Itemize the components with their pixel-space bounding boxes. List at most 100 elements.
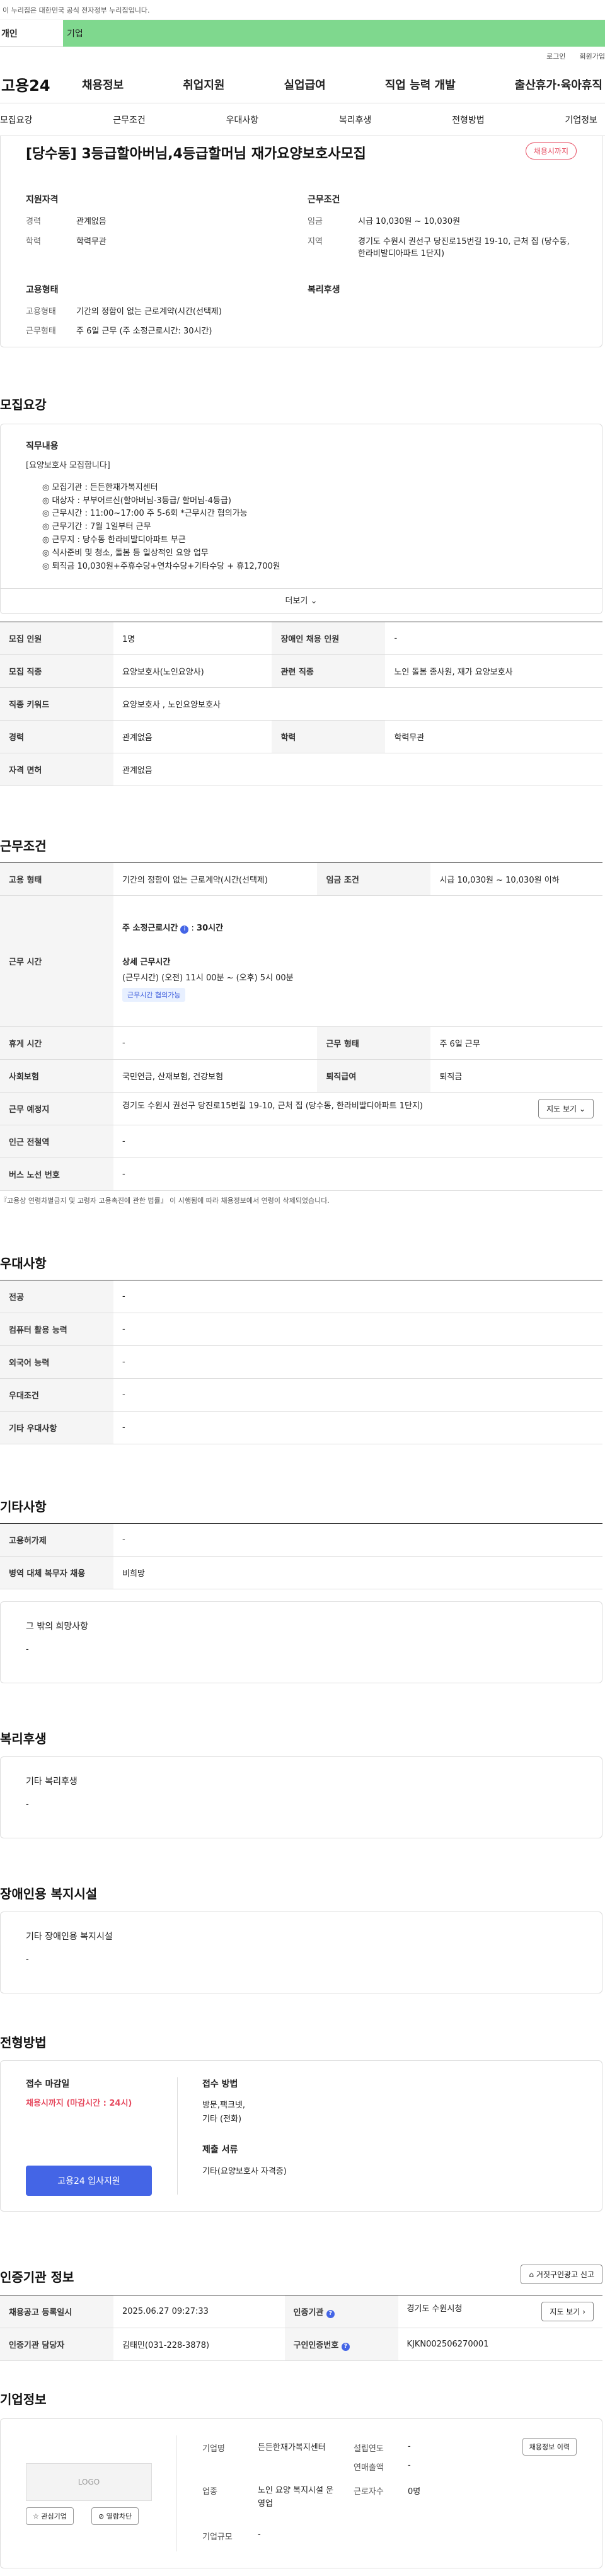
docs-heading: 제출 서류: [202, 2145, 238, 2155]
est-year-value: -: [408, 2442, 411, 2451]
row-value: 2025.06.27 09:27:33: [113, 2295, 285, 2328]
subnav-conditions[interactable]: 근무조건: [113, 113, 146, 126]
company-size-label: 기업규모: [202, 2532, 233, 2542]
tab-company[interactable]: 기업: [63, 20, 605, 47]
table-row: 휴게 시간 - 근무 형태 주 6일 근무: [0, 1026, 602, 1060]
row-value: 기간의 정함이 없는 근로계약(시간(선택제): [113, 862, 318, 896]
welfare-card: 기타 복리후생 -: [0, 1756, 602, 1838]
row-label: 고용 형태: [0, 862, 113, 896]
row-value: -: [385, 622, 602, 655]
table-row: 모집 직종 요양보호사(노인요양사) 관련 직종 노인 돌봄 종사원, 재가 요양보호…: [0, 654, 602, 688]
table-row: 근무 예정지 경기도 수원시 권선구 당진로15번길 19-10, 근처 집 (당…: [0, 1092, 602, 1125]
deadline-value: 채용시까지 (마감시간 : 24시): [26, 2099, 132, 2108]
cert-org-cell: 경기도 수원시청 지도 보기 ›: [398, 2295, 602, 2328]
row-value: 요양보호사(노인요양사): [113, 654, 272, 688]
gnb-unemployment[interactable]: 실업급여: [284, 76, 326, 93]
card-value: -: [26, 1645, 29, 1654]
info-icon[interactable]: i: [180, 925, 189, 934]
section-nav: 모집요강 근무조건 우대사항 복리후생 전형방법 기업정보: [0, 103, 605, 136]
detail-time-heading: 상세 근무시간: [122, 957, 171, 967]
row-label: 근무 형태: [317, 1026, 431, 1060]
table-row: 병역 대체 복무자 채용 비희망: [0, 1556, 602, 1589]
table-row: 채용공고 등록일시 2025.06.27 09:27:33 인증기관 ? 경기도 수원…: [0, 2295, 602, 2328]
site-logo[interactable]: 고용24: [0, 73, 82, 95]
job-history-button[interactable]: 채용정보 이력: [522, 2438, 577, 2456]
row-value: -: [113, 1523, 602, 1557]
apply-button[interactable]: 고용24 입사지원: [26, 2166, 152, 2196]
row-label: 구인인증번호: [293, 2340, 339, 2350]
welfare-section-title: 복리후생: [0, 1731, 47, 1746]
info-icon[interactable]: ?: [341, 2342, 350, 2351]
info-icon[interactable]: ?: [326, 2309, 335, 2318]
disability-card: 기타 장애인용 복지시설 -: [0, 1912, 602, 1993]
subnav-company[interactable]: 기업정보: [565, 113, 597, 126]
favorite-company-button[interactable]: ☆ 관심기업: [26, 2507, 74, 2525]
map-button-label: 지도 보기: [546, 1105, 577, 1113]
subnav-preference[interactable]: 우대사항: [226, 113, 259, 126]
row-label: 휴게 시간: [0, 1026, 113, 1060]
recruit-table: 모집 인원 1명 장애인 채용 인원 - 모집 직종 요양보호사(노인요양사) 관련 직종…: [0, 622, 602, 786]
login-link[interactable]: 로그인: [546, 51, 565, 61]
row-label: 우대조건: [0, 1378, 113, 1412]
map-button-label: 지도 보기: [550, 2307, 580, 2316]
card-value: -: [26, 1800, 29, 1809]
more-button[interactable]: 더보기 ⌄: [1, 588, 602, 613]
row-label: 인근 전철역: [0, 1125, 113, 1158]
table-row: 직종 키워드 요양보호사 , 노인요양보호사: [0, 687, 602, 721]
company-logo: LOGO: [26, 2463, 152, 2501]
card-heading: 기타 장애인용 복지시설: [26, 1932, 113, 1942]
preference-table: 전공 - 컴퓨터 활용 능력 - 외국어 능력 - 우대조건 - 기타 우대사항 -: [0, 1280, 602, 1444]
row-value: 시급 10,030원 ~ 10,030원 이하: [430, 862, 602, 896]
row-value: -: [113, 1313, 602, 1346]
row-label: 외국어 능력: [0, 1345, 113, 1379]
row-value: 관계없음: [113, 720, 272, 753]
row-value: 관계없음: [113, 753, 602, 786]
table-row: 외국어 능력 -: [0, 1345, 602, 1379]
desc-line: ◎ 근무시간 : 11:00~17:00 주 5-6회 *근무시간 협의가능: [42, 509, 248, 519]
row-value: -: [113, 1026, 318, 1060]
job-title: [당수동] 3등급할아버님,4등급할머님 재가요양보호사모집: [26, 146, 366, 162]
row-label: 고용허가제: [0, 1523, 113, 1557]
emp-type-heading: 고용형태: [26, 284, 59, 295]
report-button[interactable]: ⌂ 거짓구인광고 신고: [521, 2265, 602, 2284]
table-row: 자격 면허 관계없음: [0, 753, 602, 786]
row-value: 국민연금, 산재보험, 건강보험: [113, 1059, 318, 1093]
company-section-title: 기업정보: [0, 2392, 47, 2407]
est-year-label: 설립연도: [354, 2444, 384, 2454]
table-row: 우대조건 -: [0, 1378, 602, 1412]
gnb-parental-leave[interactable]: 출산휴가·육아휴직: [515, 76, 602, 93]
block-company-button[interactable]: ⊘ 열람차단: [91, 2507, 139, 2525]
signup-link[interactable]: 회원가입: [580, 51, 605, 61]
table-row: 전공 -: [0, 1280, 602, 1313]
table-row: 사회보험 국민연금, 산재보험, 건강보험 퇴직급여 퇴직금: [0, 1059, 602, 1093]
row-label: 경력: [0, 720, 113, 753]
row-label: 병역 대체 복무자 채용: [0, 1556, 113, 1589]
desc-heading: 직무내용: [26, 441, 59, 451]
more-label: 더보기: [285, 596, 308, 606]
sales-value: -: [408, 2461, 411, 2470]
weekly-hours-label: 주 소정근로시간: [122, 923, 178, 933]
map-button[interactable]: 지도 보기 ⌄: [538, 1099, 594, 1118]
recruit-section-title: 모집요강: [0, 397, 47, 412]
deadline-badge: 채용시까지: [525, 142, 577, 160]
row-value: 비희망: [113, 1556, 602, 1589]
row-label: 모집 인원: [0, 622, 113, 655]
gnb-training[interactable]: 직업 능력 개발: [385, 76, 456, 93]
subnav-recruit[interactable]: 모집요강: [0, 113, 33, 126]
desc-line: ◎ 식사준비 및 청소, 돌봄 등 일상적인 요양 업무: [42, 548, 209, 558]
gnb-jobs[interactable]: 채용정보: [82, 76, 124, 93]
age-note: 『고용상 연령차별금지 및 고령자 고용촉진에 관한 법률』 이 시행됨에 따라…: [0, 1197, 330, 1205]
gov-banner: 이 누리집은 대한민국 공식 전자정부 누리집입니다.: [0, 0, 605, 20]
work-form-label: 근무형태: [26, 327, 56, 336]
subnav-process[interactable]: 전형방법: [452, 113, 485, 126]
row-label: 임금 조건: [317, 862, 431, 896]
work-time-cell: 주 소정근로시간 i : 30시간 상세 근무시간 (근무시간) (오전) 11…: [113, 895, 602, 1027]
map-button[interactable]: 지도 보기 ›: [541, 2302, 594, 2321]
conditions-heading: 근무조건: [308, 195, 340, 205]
emp-type-value: 기간의 정함이 없는 근로계약(시간(선택제): [76, 306, 222, 316]
gnb-employment-support[interactable]: 취업지원: [183, 76, 224, 93]
subnav-welfare[interactable]: 복리후생: [339, 113, 372, 126]
tab-personal[interactable]: 개인: [0, 20, 63, 47]
job-description-card: 직무내용 [요양보호사 모집합니다] ◎ 모집기관 : 든든한재가복지센터 ◎ …: [0, 424, 602, 614]
table-row: 모집 인원 1명 장애인 채용 인원 -: [0, 622, 602, 655]
